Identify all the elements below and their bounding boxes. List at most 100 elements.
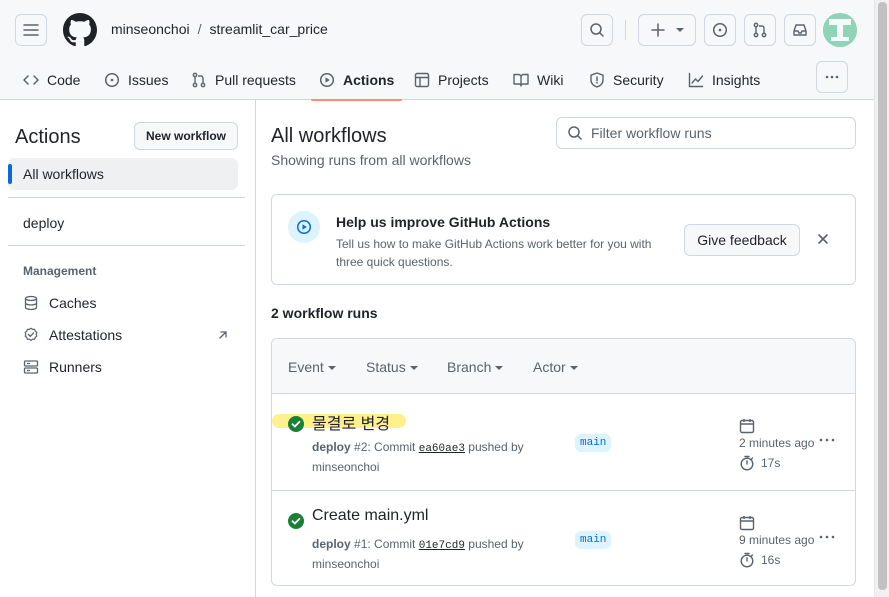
menu-button[interactable] [15, 14, 47, 46]
check-circle-icon [288, 416, 304, 432]
actions-sidebar: Actions New workflow All workflows deplo… [0, 100, 256, 597]
tab-pull-requests[interactable]: Pull requests [191, 60, 296, 100]
sidebar-item-attestations[interactable]: Attestations [23, 327, 233, 343]
actor-link[interactable]: minseonchoi [312, 460, 379, 474]
tab-security[interactable]: Security [589, 60, 664, 100]
run-time: 9 minutes ago [739, 533, 815, 547]
filter-label: Branch [447, 359, 492, 375]
tab-code[interactable]: Code [23, 60, 80, 100]
workflow-name: deploy [312, 537, 351, 551]
sidebar-item-deploy[interactable]: deploy [8, 207, 238, 239]
cache-icon [23, 295, 39, 311]
graph-icon [688, 72, 704, 88]
breadcrumb-separator: / [197, 21, 202, 37]
tab-label: Projects [438, 72, 489, 88]
page-title: All workflows [271, 125, 387, 147]
new-workflow-button[interactable]: New workflow [134, 122, 238, 150]
workflow-run-row[interactable]: 물결로 변경 deploy #2: Commit ea60ae3 pushed … [272, 394, 855, 490]
pull-request-icon [191, 72, 207, 88]
actor-filter[interactable]: Actor [533, 359, 578, 375]
search-icon [567, 125, 583, 141]
run-number: #1 [354, 537, 368, 551]
status-filter[interactable]: Status [366, 359, 418, 375]
filter-label: Event [288, 359, 324, 375]
run-title-link[interactable]: 물결로 변경 [312, 410, 390, 434]
branch-filter[interactable]: Branch [447, 359, 504, 375]
commit-prefix: : Commit [367, 440, 419, 454]
run-title-link[interactable]: Create main.yml [312, 507, 428, 525]
sidebar-item-runners[interactable]: Runners [23, 359, 233, 375]
run-duration: 17s [739, 455, 780, 471]
code-icon [23, 72, 39, 88]
search-button[interactable] [581, 14, 613, 46]
filter-label: Status [366, 359, 406, 375]
issue-opened-icon [712, 22, 728, 38]
commit-sha-link[interactable]: ea60ae3 [419, 443, 465, 455]
attestation-icon [23, 327, 39, 343]
tab-issues[interactable]: Issues [104, 60, 168, 100]
global-header: minseonchoi / streamlit_car_price Code I… [0, 0, 889, 101]
feedback-title: Help us improve GitHub Actions [336, 214, 551, 230]
stopwatch-icon [739, 455, 755, 471]
tab-insights[interactable]: Insights [688, 60, 760, 100]
inbox-icon [792, 22, 808, 38]
tab-actions[interactable]: Actions [310, 60, 403, 101]
management-heading: Management [23, 264, 97, 278]
give-feedback-button[interactable]: Give feedback [684, 224, 800, 256]
sidebar-divider [8, 197, 245, 198]
table-icon [414, 72, 430, 88]
repo-owner-link[interactable]: minseonchoi [111, 21, 190, 37]
run-time: 2 minutes ago [739, 436, 815, 450]
actor-link[interactable]: minseonchoi [312, 557, 379, 571]
close-icon[interactable] [816, 232, 830, 246]
more-tabs-button[interactable] [816, 61, 848, 93]
user-avatar[interactable] [823, 13, 857, 47]
inbox-button[interactable] [784, 14, 816, 46]
runs-filter-bar: Event Status Branch Actor [272, 339, 855, 394]
feedback-description: Tell us how to make GitHub Actions work … [336, 237, 652, 269]
filter-workflow-runs[interactable] [556, 117, 856, 149]
hamburger-icon [23, 22, 39, 38]
workflow-name: deploy [312, 440, 351, 454]
play-icon [296, 219, 312, 235]
feedback-banner: Help us improve GitHub Actions Tell us h… [271, 194, 856, 285]
run-number: #2 [354, 440, 368, 454]
page-scrollbar[interactable] [874, 0, 889, 597]
create-new-button[interactable] [638, 14, 696, 46]
feedback-icon-wrap [288, 211, 320, 243]
book-icon [513, 72, 529, 88]
branch-label[interactable]: main [575, 531, 612, 549]
kebab-horizontal-icon[interactable] [818, 436, 836, 444]
shield-icon [589, 72, 605, 88]
filter-input[interactable] [591, 125, 841, 141]
arrow-up-right-icon [217, 329, 229, 341]
calendar-icon [739, 515, 755, 531]
repo-name-link[interactable]: streamlit_car_price [210, 21, 328, 37]
run-meta: deploy #1: Commit 01e7cd9 pushed by mins… [312, 535, 537, 573]
tab-projects[interactable]: Projects [414, 60, 489, 100]
repo-nav: Code Issues Pull requests Actions Projec… [0, 60, 874, 101]
scrollbar-thumb[interactable] [878, 2, 887, 590]
pull-requests-button[interactable] [744, 14, 776, 46]
branch-label[interactable]: main [575, 434, 612, 452]
run-duration: 16s [739, 552, 780, 568]
commit-sha-link[interactable]: 01e7cd9 [419, 540, 465, 552]
kebab-horizontal-icon[interactable] [818, 533, 836, 541]
duration-text: 17s [761, 456, 781, 470]
caret-down-icon [409, 366, 418, 370]
tab-wiki[interactable]: Wiki [513, 60, 563, 100]
github-logo-icon[interactable] [63, 13, 97, 50]
sidebar-divider [8, 245, 245, 246]
tab-label: Pull requests [215, 72, 296, 88]
search-icon [589, 22, 605, 38]
sidebar-item-all-workflows[interactable]: All workflows [8, 158, 238, 190]
workflow-run-row[interactable]: Create main.yml deploy #1: Commit 01e7cd… [272, 490, 855, 585]
sidebar-item-caches[interactable]: Caches [23, 295, 233, 311]
commit-prefix: : Commit [367, 537, 419, 551]
issues-button[interactable] [704, 14, 736, 46]
run-meta: deploy #2: Commit ea60ae3 pushed by mins… [312, 438, 537, 476]
event-filter[interactable]: Event [288, 359, 336, 375]
sidebar-item-label: Attestations [49, 327, 123, 343]
pushed-by-text: pushed by [464, 440, 524, 454]
plus-icon [650, 22, 666, 38]
